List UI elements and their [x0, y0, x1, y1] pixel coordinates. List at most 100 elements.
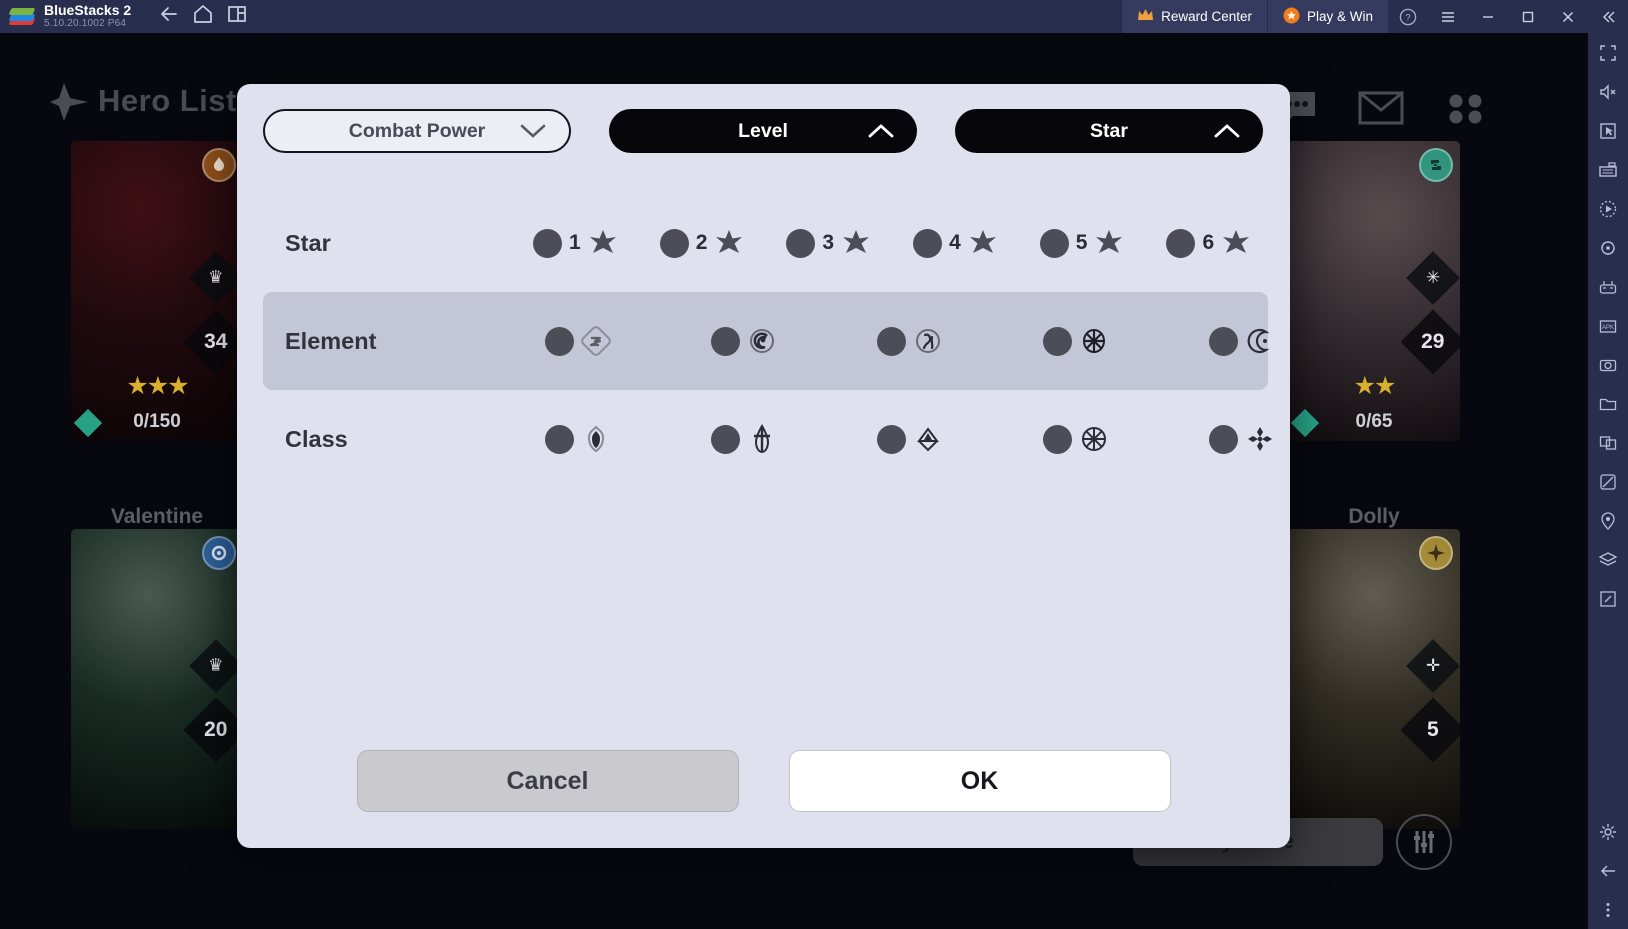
apk-install-icon[interactable]: APK [1588, 306, 1628, 345]
cursor-icon[interactable] [1588, 111, 1628, 150]
chevron-up-icon [1213, 122, 1241, 140]
hero-level: 29 [1421, 329, 1445, 353]
star-number: 4 [949, 231, 961, 254]
star-option-5[interactable]: 5 [1039, 228, 1125, 258]
star-option-4[interactable]: 4 [913, 228, 998, 258]
star-icon [1094, 228, 1124, 258]
mail-icon[interactable] [1358, 91, 1404, 125]
star-option-3[interactable]: 3 [786, 228, 871, 258]
play-and-win-button[interactable]: Play & Win [1266, 0, 1388, 33]
multi-instance-icon[interactable] [225, 2, 249, 31]
light-element-icon [1419, 148, 1453, 182]
checkbox-unchecked[interactable] [711, 424, 740, 454]
eco-mode-icon[interactable] [1588, 462, 1628, 501]
dialog-buttons: Cancel OK [237, 750, 1290, 812]
class-option-mage[interactable] [1043, 424, 1109, 454]
help-icon[interactable]: ? [1388, 0, 1428, 33]
star-burst-class-icon [1079, 424, 1109, 454]
checkbox-unchecked[interactable] [659, 228, 689, 258]
multi-window-icon[interactable] [1588, 423, 1628, 462]
ok-button[interactable]: OK [788, 750, 1171, 812]
star-icon [1221, 228, 1251, 258]
checkbox-unchecked[interactable] [1039, 228, 1069, 258]
svg-text:APK: APK [1602, 325, 1614, 331]
class-options [533, 424, 1275, 454]
hero-card[interactable]: ✳ 29 ★★ 0/65 [1288, 141, 1460, 441]
home-icon[interactable] [191, 2, 215, 31]
rotate-icon[interactable] [1588, 228, 1628, 267]
checkbox-unchecked[interactable] [1209, 424, 1238, 454]
settings-gear-icon[interactable] [1588, 812, 1628, 851]
checkbox-unchecked[interactable] [533, 228, 562, 258]
hero-name: Dolly [1348, 505, 1400, 528]
maximize-icon[interactable] [1508, 0, 1548, 33]
hero-level: 34 [204, 329, 228, 353]
sort-level-button[interactable]: Level [609, 109, 917, 153]
layers-icon[interactable] [1588, 540, 1628, 579]
star-option-2[interactable]: 2 [659, 228, 745, 258]
star-option-6[interactable]: 6 [1166, 228, 1251, 258]
media-folder-icon[interactable] [1588, 384, 1628, 423]
checkbox-unchecked[interactable] [877, 326, 906, 356]
checkbox-unchecked[interactable] [545, 424, 574, 454]
fullscreen-icon[interactable] [1588, 33, 1628, 72]
hero-card[interactable]: ♛ 34 ★★★ 0/150 [71, 141, 243, 441]
window-controls: ? [1388, 0, 1628, 33]
hero-card[interactable]: ♛ 20 [71, 529, 243, 829]
class-option-warrior[interactable] [711, 424, 777, 454]
shield-class-icon [581, 424, 611, 454]
star-number: 1 [569, 231, 581, 254]
fire-element-icon [202, 148, 236, 182]
element-option-water[interactable] [711, 326, 777, 356]
hero-card[interactable]: ✛ 5 [1288, 529, 1460, 829]
checkbox-unchecked[interactable] [1043, 326, 1072, 356]
close-icon[interactable] [1548, 0, 1588, 33]
checkbox-unchecked[interactable] [1043, 424, 1072, 454]
gamepad-icon[interactable] [1588, 267, 1628, 306]
checkbox-unchecked[interactable] [877, 424, 906, 454]
star-icon [588, 228, 618, 258]
element-option-wind[interactable] [877, 326, 943, 356]
hero-exp: 0/65 [1355, 411, 1393, 432]
macro-record-icon[interactable] [1588, 189, 1628, 228]
checkbox-unchecked[interactable] [786, 228, 816, 258]
element-option-fire[interactable] [545, 326, 611, 356]
collapse-sidebar-icon[interactable] [1588, 0, 1628, 33]
class-option-defender[interactable] [545, 424, 611, 454]
checkbox-unchecked[interactable] [913, 228, 943, 258]
back-nav-icon[interactable] [1588, 851, 1628, 890]
filter-row-star: Star 1 2 3 4 5 6 [263, 194, 1268, 292]
screenshot-icon[interactable] [1588, 345, 1628, 384]
checkbox-unchecked[interactable] [1166, 228, 1196, 258]
star-number: 3 [822, 231, 835, 254]
element-option-light[interactable] [1043, 326, 1109, 356]
menu-grid-icon[interactable] [1448, 93, 1484, 125]
hero-stars: ★★★ [126, 372, 189, 400]
class-option-archer[interactable] [877, 424, 943, 454]
star-option-1[interactable]: 1 [533, 228, 618, 258]
more-options-icon[interactable] [1588, 890, 1628, 929]
sliders-icon[interactable] [1396, 814, 1452, 870]
sort-level-label: Level [738, 119, 788, 142]
checkbox-unchecked[interactable] [545, 326, 574, 356]
sort-star-button[interactable]: Star [955, 109, 1263, 153]
svg-text:?: ? [1405, 12, 1410, 23]
back-arrow-icon[interactable] [157, 2, 181, 31]
checkbox-unchecked[interactable] [711, 326, 740, 356]
checkbox-unchecked[interactable] [1209, 326, 1238, 356]
chevron-up-icon [867, 122, 895, 140]
class-option-support[interactable] [1209, 424, 1275, 454]
sort-combat-power-button[interactable]: Combat Power [263, 109, 571, 153]
location-icon[interactable] [1588, 501, 1628, 540]
trim-icon[interactable] [1588, 579, 1628, 618]
hamburger-menu-icon[interactable] [1428, 0, 1468, 33]
sort-button-bar: Combat Power Level Star [263, 109, 1263, 153]
mute-icon[interactable] [1588, 72, 1628, 111]
cancel-button[interactable]: Cancel [356, 750, 739, 812]
reward-center-button[interactable]: Reward Center [1121, 0, 1267, 33]
hero-level: 20 [204, 717, 228, 741]
minimize-icon[interactable] [1468, 0, 1508, 33]
element-option-dark[interactable] [1209, 326, 1275, 356]
keyboard-controls-icon[interactable] [1588, 150, 1628, 189]
hero-exp: 0/150 [133, 411, 181, 432]
